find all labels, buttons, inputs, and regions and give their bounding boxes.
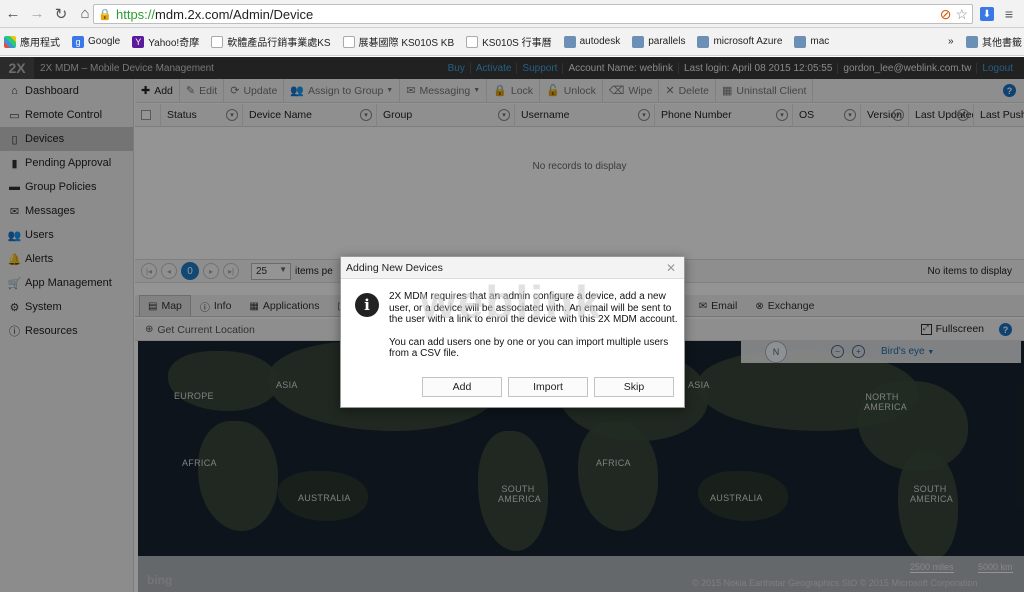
add-device-button[interactable]: Add	[422, 377, 502, 397]
bookmark-page[interactable]: 展碁國際 KS010S KB	[342, 34, 455, 49]
dialog-buttons: Add Import Skip	[422, 377, 674, 397]
blocked-popup-icon[interactable]: ⊘	[940, 6, 952, 23]
bookmark-label: Google	[88, 36, 121, 47]
bookmark-page[interactable]: KS010S 行事曆	[466, 34, 552, 49]
dialog-message-paragraph: You can add users one by one or you can …	[389, 336, 669, 360]
folder-icon	[794, 35, 807, 48]
bookmark-google[interactable]: g Google	[72, 35, 121, 48]
apps-icon	[4, 35, 16, 48]
bookmark-label: mac	[810, 36, 830, 47]
google-icon: g	[72, 35, 84, 48]
folder-icon	[632, 35, 645, 48]
folder-icon	[563, 35, 576, 48]
menu-icon[interactable]: ≡	[1000, 5, 1018, 23]
url-scheme: https://	[116, 6, 156, 22]
bookmark-label: 應用程式	[20, 38, 60, 49]
page-icon	[466, 35, 479, 48]
folder-icon	[697, 35, 710, 48]
import-button[interactable]: Import	[508, 377, 588, 397]
bookmark-label: Yahoo!奇摩	[148, 38, 200, 49]
bookmark-folder[interactable]: autodesk	[563, 35, 621, 48]
download-icon[interactable]: ⬇	[978, 5, 996, 23]
bookmark-page[interactable]: 軟體產品行銷事業處KS	[211, 34, 331, 49]
bookmark-folder[interactable]: microsoft Azure	[697, 35, 783, 48]
yahoo-icon: Y	[132, 35, 145, 48]
bookmarks-more[interactable]: »	[948, 36, 954, 47]
skip-button[interactable]: Skip	[594, 377, 674, 397]
close-icon[interactable]: ✕	[666, 261, 676, 275]
url-path: mdm.2x.com/Admin/Device	[155, 6, 314, 22]
watermark: weblink	[420, 276, 603, 328]
bookmark-label: 展碁國際 KS010S KB	[358, 38, 455, 49]
browser-toolbar: ← → ↻ ⌂ 🔒 https://mdm.2x.com/Admin/Devic…	[0, 0, 1024, 28]
bookmark-apps[interactable]: 應用程式	[4, 34, 60, 49]
info-icon: i	[355, 293, 379, 317]
bookmark-label: 其他書籤	[982, 38, 1022, 49]
back-arrow-icon[interactable]: ←	[2, 3, 24, 25]
page-icon	[211, 35, 224, 48]
bookmark-label: parallels	[648, 36, 686, 47]
bookmark-folder[interactable]: mac	[794, 35, 830, 48]
bookmark-other[interactable]: 其他書籤	[966, 34, 1022, 49]
lock-icon: 🔒	[98, 8, 112, 21]
folder-icon	[966, 35, 978, 48]
page-icon	[342, 35, 355, 48]
star-icon[interactable]: ☆	[955, 6, 968, 23]
bookmarks-bar: 應用程式 g Google Y Yahoo!奇摩 軟體產品行銷事業處KS 展碁國際 …	[0, 28, 1024, 56]
forward-arrow-icon[interactable]: →	[26, 3, 48, 25]
bookmark-label: 軟體產品行銷事業處KS	[227, 38, 331, 49]
bookmark-label: KS010S 行事曆	[482, 38, 552, 49]
bookmark-label: microsoft Azure	[713, 36, 783, 47]
bookmark-folder[interactable]: parallels	[632, 35, 686, 48]
bookmark-yahoo[interactable]: Y Yahoo!奇摩	[132, 34, 199, 49]
address-bar[interactable]: 🔒 https://mdm.2x.com/Admin/Device ⊘ ☆	[93, 4, 973, 24]
bookmark-label: autodesk	[579, 36, 621, 47]
reload-icon[interactable]: ↻	[50, 3, 72, 25]
